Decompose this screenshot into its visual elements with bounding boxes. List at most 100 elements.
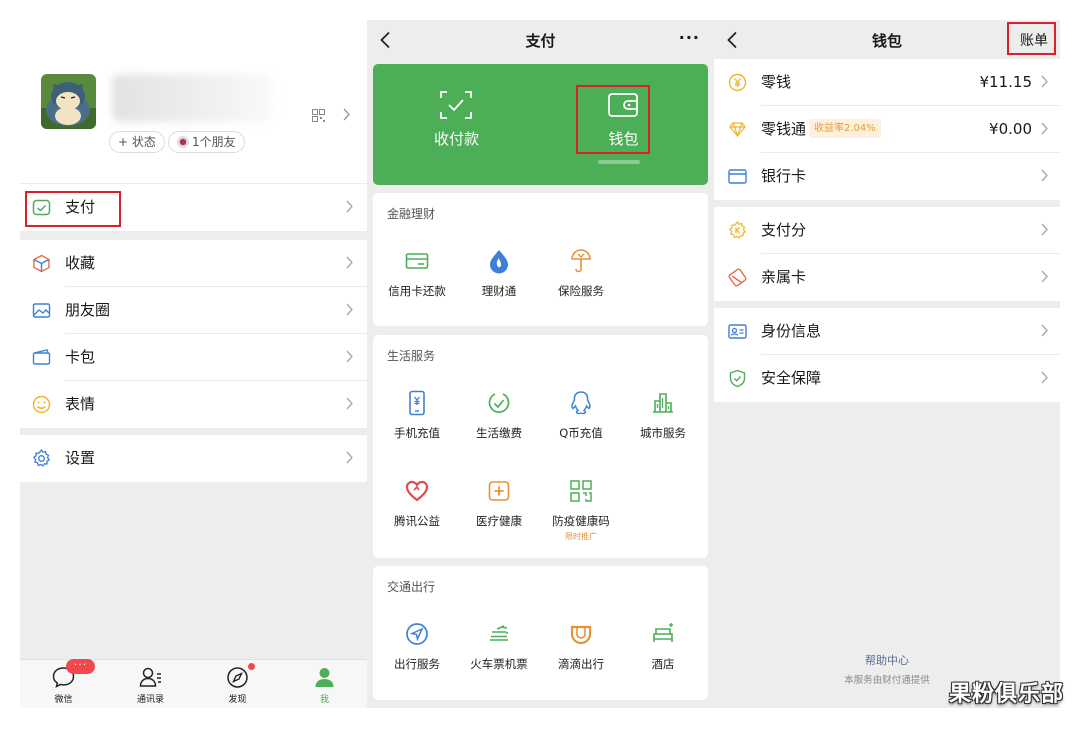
unread-badge: ···	[66, 659, 95, 674]
help-center-link[interactable]: 帮助中心	[714, 652, 1060, 668]
menu-item-stickers[interactable]: 表情	[20, 381, 367, 428]
credit-card-icon	[405, 253, 429, 269]
service-label: 生活缴费	[476, 426, 522, 440]
row-label: 银行卡	[761, 167, 807, 185]
bottom-tab-bar: ··· 微信 通讯录 发现 我	[20, 659, 367, 708]
chevron-right-icon	[1041, 223, 1048, 236]
service-label: 出行服务	[394, 657, 440, 671]
row-label: 零钱	[761, 73, 792, 91]
status-chip[interactable]: + 状态	[109, 131, 165, 153]
chevron-right-icon	[346, 200, 353, 213]
menu-item-favorites[interactable]: 收藏	[20, 240, 367, 287]
profile-card[interactable]: + 状态 1个朋友	[20, 20, 367, 183]
page-title: 支付	[525, 32, 556, 50]
settings-group: 设置	[20, 435, 367, 482]
status-chip-label: + 状态	[118, 135, 156, 149]
service-hotel[interactable]: 酒店	[622, 621, 704, 681]
chevron-right-icon	[346, 350, 353, 363]
wallet-row-family-card[interactable]: 亲属卡	[714, 254, 1060, 301]
service-licaitong[interactable]: 理财通	[458, 248, 540, 308]
tab-label: 微信	[54, 695, 73, 705]
service-label: 理财通	[481, 284, 517, 298]
shield-icon	[729, 369, 746, 388]
highlight-box-bill	[1007, 22, 1056, 55]
service-travel[interactable]: 出行服务	[376, 621, 458, 681]
chevron-right-icon	[346, 451, 353, 464]
menu-item-card-wallet[interactable]: 卡包	[20, 334, 367, 381]
friends-chip-label: 1个朋友	[192, 135, 236, 149]
wallet-group-credit: 支付分 亲属卡	[714, 207, 1060, 301]
pay-score-icon	[729, 221, 747, 239]
section-title: 交通出行	[387, 580, 436, 594]
watermark-text: 果粉俱乐部	[948, 682, 1064, 707]
service-utility-bill[interactable]: 生活缴费	[458, 390, 540, 450]
wallet-row-identity[interactable]: 身份信息	[714, 308, 1060, 355]
tab-discover[interactable]: 发现	[194, 660, 281, 708]
menu-group: 收藏 朋友圈 卡包 表情	[20, 240, 367, 428]
receive-pay-tile[interactable]: 收付款	[373, 64, 540, 185]
section-title: 金融理财	[387, 207, 436, 221]
friends-chip[interactable]: 1个朋友	[168, 131, 245, 153]
finance-section: 金融理财 信用卡还款 理财通 保险服务	[373, 193, 708, 326]
insurance-icon	[571, 249, 591, 273]
service-city[interactable]: 城市服务	[622, 390, 704, 450]
chevron-right-icon	[1041, 169, 1048, 182]
menu-item-label: 收藏	[65, 254, 96, 272]
scan-pay-icon	[440, 91, 472, 119]
menu-item-label: 表情	[65, 395, 96, 413]
sticker-icon	[32, 395, 51, 414]
settings-icon	[32, 449, 51, 467]
service-label: 医疗健康	[476, 514, 522, 528]
chevron-right-icon	[346, 256, 353, 269]
balance-value: ¥11.15	[979, 73, 1033, 91]
medical-icon	[488, 481, 510, 501]
menu-item-settings[interactable]: 设置	[20, 435, 367, 482]
card-wallet-icon	[32, 349, 51, 365]
wallet-row-bank-card[interactable]: 银行卡	[714, 153, 1060, 200]
train-ticket-icon	[490, 625, 509, 641]
utility-bill-icon	[488, 393, 510, 413]
transport-section: 交通出行 出行服务 火车票机票 滴滴出行 酒店	[373, 566, 708, 700]
menu-item-label: 朋友圈	[65, 301, 111, 319]
blurred-nickname	[112, 74, 272, 122]
moments-icon	[32, 303, 51, 318]
menu-item-moments[interactable]: 朋友圈	[20, 287, 367, 334]
family-card-icon	[728, 268, 747, 287]
travel-icon	[406, 623, 428, 645]
didi-icon	[570, 625, 592, 645]
wallet-row-change[interactable]: 零钱 ¥11.15	[714, 59, 1060, 106]
qr-code-icon[interactable]	[312, 109, 325, 122]
service-label: 酒店	[651, 657, 675, 671]
tab-label: 发现	[228, 695, 247, 705]
section-title: 生活服务	[387, 349, 436, 363]
service-health-code[interactable]: 防疫健康码 限时推广	[540, 478, 622, 541]
service-label: 滴滴出行	[558, 657, 604, 671]
coin-icon	[728, 73, 747, 92]
tab-contacts[interactable]: 通讯录	[107, 660, 194, 708]
tab-me[interactable]: 我	[281, 660, 367, 708]
service-train-flight[interactable]: 火车票机票	[458, 621, 540, 681]
service-insurance[interactable]: 保险服务	[540, 248, 622, 308]
service-charity[interactable]: 腾讯公益	[376, 478, 458, 538]
avatar[interactable]	[41, 74, 96, 129]
wallet-row-lingqiantong[interactable]: 零钱通 收益率2.04% ¥0.00	[714, 106, 1060, 153]
chevron-right-icon	[1041, 371, 1048, 384]
more-options-button[interactable]: ···	[679, 28, 700, 47]
service-didi[interactable]: 滴滴出行	[540, 621, 622, 681]
service-medical[interactable]: 医疗健康	[458, 478, 540, 538]
service-phone-topup[interactable]: 手机充值	[376, 390, 458, 450]
service-credit-card-repay[interactable]: 信用卡还款	[376, 248, 458, 308]
wallet-row-pay-score[interactable]: 支付分	[714, 207, 1060, 254]
chevron-right-icon	[1041, 75, 1048, 88]
tab-chats[interactable]: ··· 微信	[20, 659, 107, 708]
bank-card-icon	[728, 169, 747, 184]
wallet-group-balance: 零钱 ¥11.15 零钱通 收益率2.04% ¥0.00 银行卡	[714, 59, 1060, 200]
wallet-row-security[interactable]: 安全保障	[714, 355, 1060, 402]
new-dot-badge	[248, 663, 255, 670]
service-qcoin[interactable]: Q币充值	[540, 390, 622, 450]
person-icon	[315, 668, 334, 687]
life-services-section: 生活服务 手机充值 生活缴费 Q币充值 城市服务 腾讯公益 医疗健康 防疫健康码	[373, 335, 708, 558]
row-label: 零钱通	[761, 120, 807, 138]
wallet-group-security: 身份信息 安全保障	[714, 308, 1060, 402]
service-label: 腾讯公益	[394, 514, 440, 528]
